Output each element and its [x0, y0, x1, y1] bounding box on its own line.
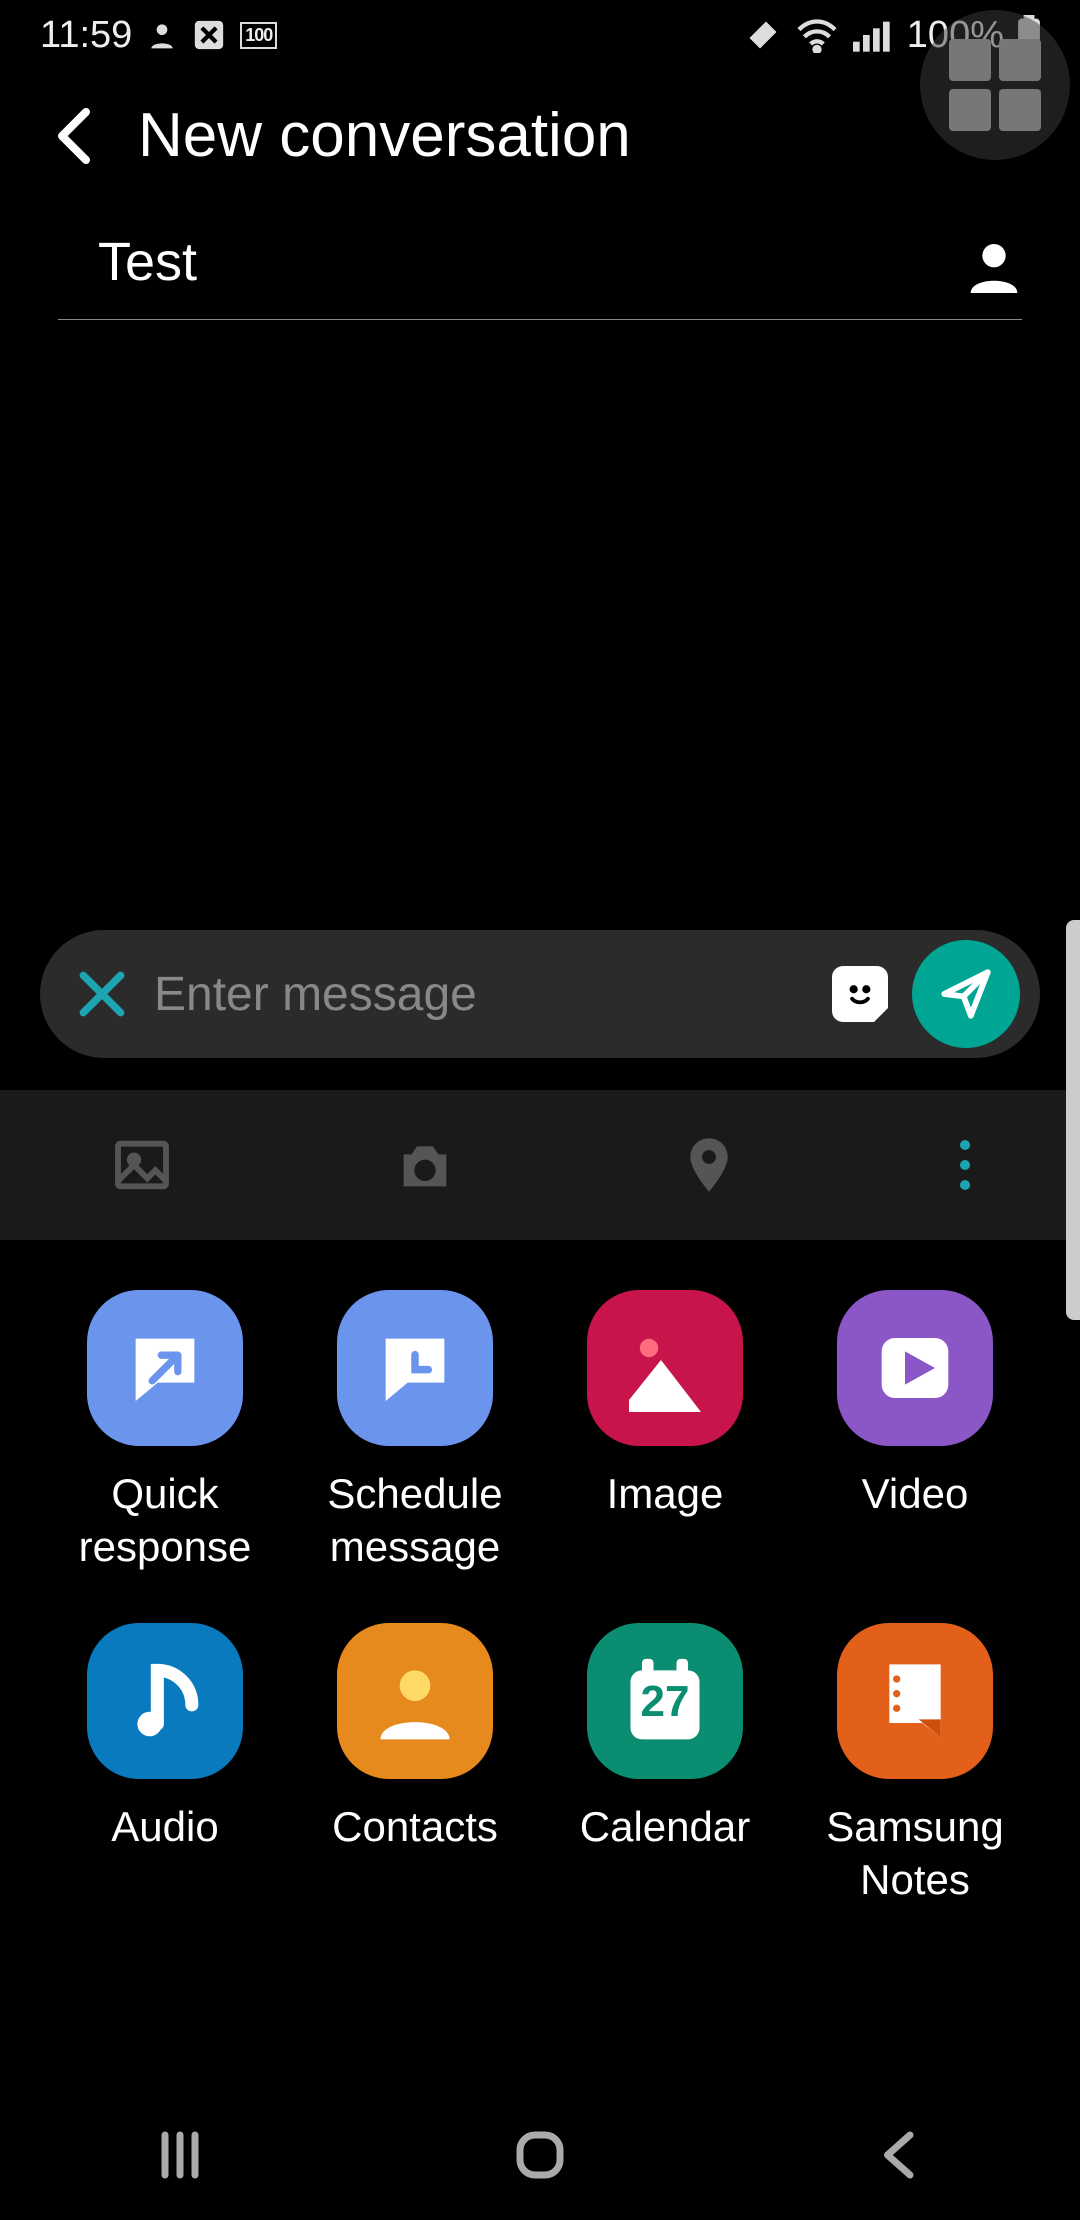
- vibrate-icon: [745, 17, 781, 53]
- calendar-day: 27: [641, 1677, 690, 1727]
- video-icon: [837, 1290, 993, 1446]
- attachment-grid: Quick response Schedule message Image Video…: [0, 1260, 1080, 1906]
- sticker-button[interactable]: [832, 966, 888, 1022]
- more-options-icon[interactable]: [960, 1140, 970, 1190]
- close-attachments-icon[interactable]: [74, 966, 130, 1022]
- attachment-quick-row: [0, 1090, 1080, 1240]
- battery-100-icon: 100: [240, 22, 277, 49]
- smiley-icon: [841, 975, 879, 1013]
- page-title: New conversation: [138, 100, 631, 171]
- contacts-label: Contacts: [332, 1801, 498, 1854]
- add-contact-icon[interactable]: [966, 237, 1022, 293]
- samsung-notes-label: Samsung Notes: [826, 1801, 1003, 1906]
- recipient-input[interactable]: [98, 221, 966, 309]
- person-icon: [146, 19, 178, 51]
- camera-icon[interactable]: [393, 1133, 457, 1197]
- attach-video[interactable]: Video: [790, 1290, 1040, 1573]
- audio-label: Audio: [111, 1801, 218, 1854]
- image-label: Image: [607, 1468, 724, 1521]
- gallery-icon[interactable]: [110, 1133, 174, 1197]
- status-left: 11:59 100: [40, 14, 277, 57]
- recipient-row: [58, 221, 1022, 320]
- contacts-icon: [337, 1623, 493, 1779]
- app-header: New conversation: [0, 70, 1080, 221]
- schedule-message-icon: [337, 1290, 493, 1446]
- back-button[interactable]: [870, 2125, 930, 2185]
- attach-quick-response[interactable]: Quick response: [40, 1290, 290, 1573]
- send-button[interactable]: [912, 940, 1020, 1048]
- samsung-notes-icon: [837, 1623, 993, 1779]
- x-box-icon: [192, 18, 226, 52]
- recents-button[interactable]: [150, 2125, 210, 2185]
- audio-icon: [87, 1623, 243, 1779]
- attach-calendar[interactable]: 27 Calendar: [540, 1623, 790, 1906]
- calendar-icon: 27: [587, 1623, 743, 1779]
- attach-image[interactable]: Image: [540, 1290, 790, 1573]
- wifi-icon: [795, 17, 839, 53]
- back-icon[interactable]: [50, 106, 98, 166]
- attach-schedule-message[interactable]: Schedule message: [290, 1290, 540, 1573]
- quick-response-label: Quick response: [79, 1468, 252, 1573]
- floating-grid-widget[interactable]: [920, 10, 1070, 160]
- attach-samsung-notes[interactable]: Samsung Notes: [790, 1623, 1040, 1906]
- status-time: 11:59: [40, 14, 132, 57]
- calendar-label: Calendar: [580, 1801, 750, 1854]
- location-icon[interactable]: [677, 1133, 741, 1197]
- system-nav-bar: [0, 2090, 1080, 2220]
- status-bar: 11:59 100 100%: [0, 0, 1080, 70]
- send-icon: [937, 965, 995, 1023]
- message-bar: [40, 930, 1040, 1058]
- message-input[interactable]: [154, 967, 808, 1022]
- video-label: Video: [862, 1468, 969, 1521]
- home-button[interactable]: [510, 2125, 570, 2185]
- attach-contacts[interactable]: Contacts: [290, 1623, 540, 1906]
- schedule-message-label: Schedule message: [327, 1468, 502, 1573]
- quick-response-icon: [87, 1290, 243, 1446]
- signal-icon: [853, 17, 893, 53]
- image-icon: [587, 1290, 743, 1446]
- attach-audio[interactable]: Audio: [40, 1623, 290, 1906]
